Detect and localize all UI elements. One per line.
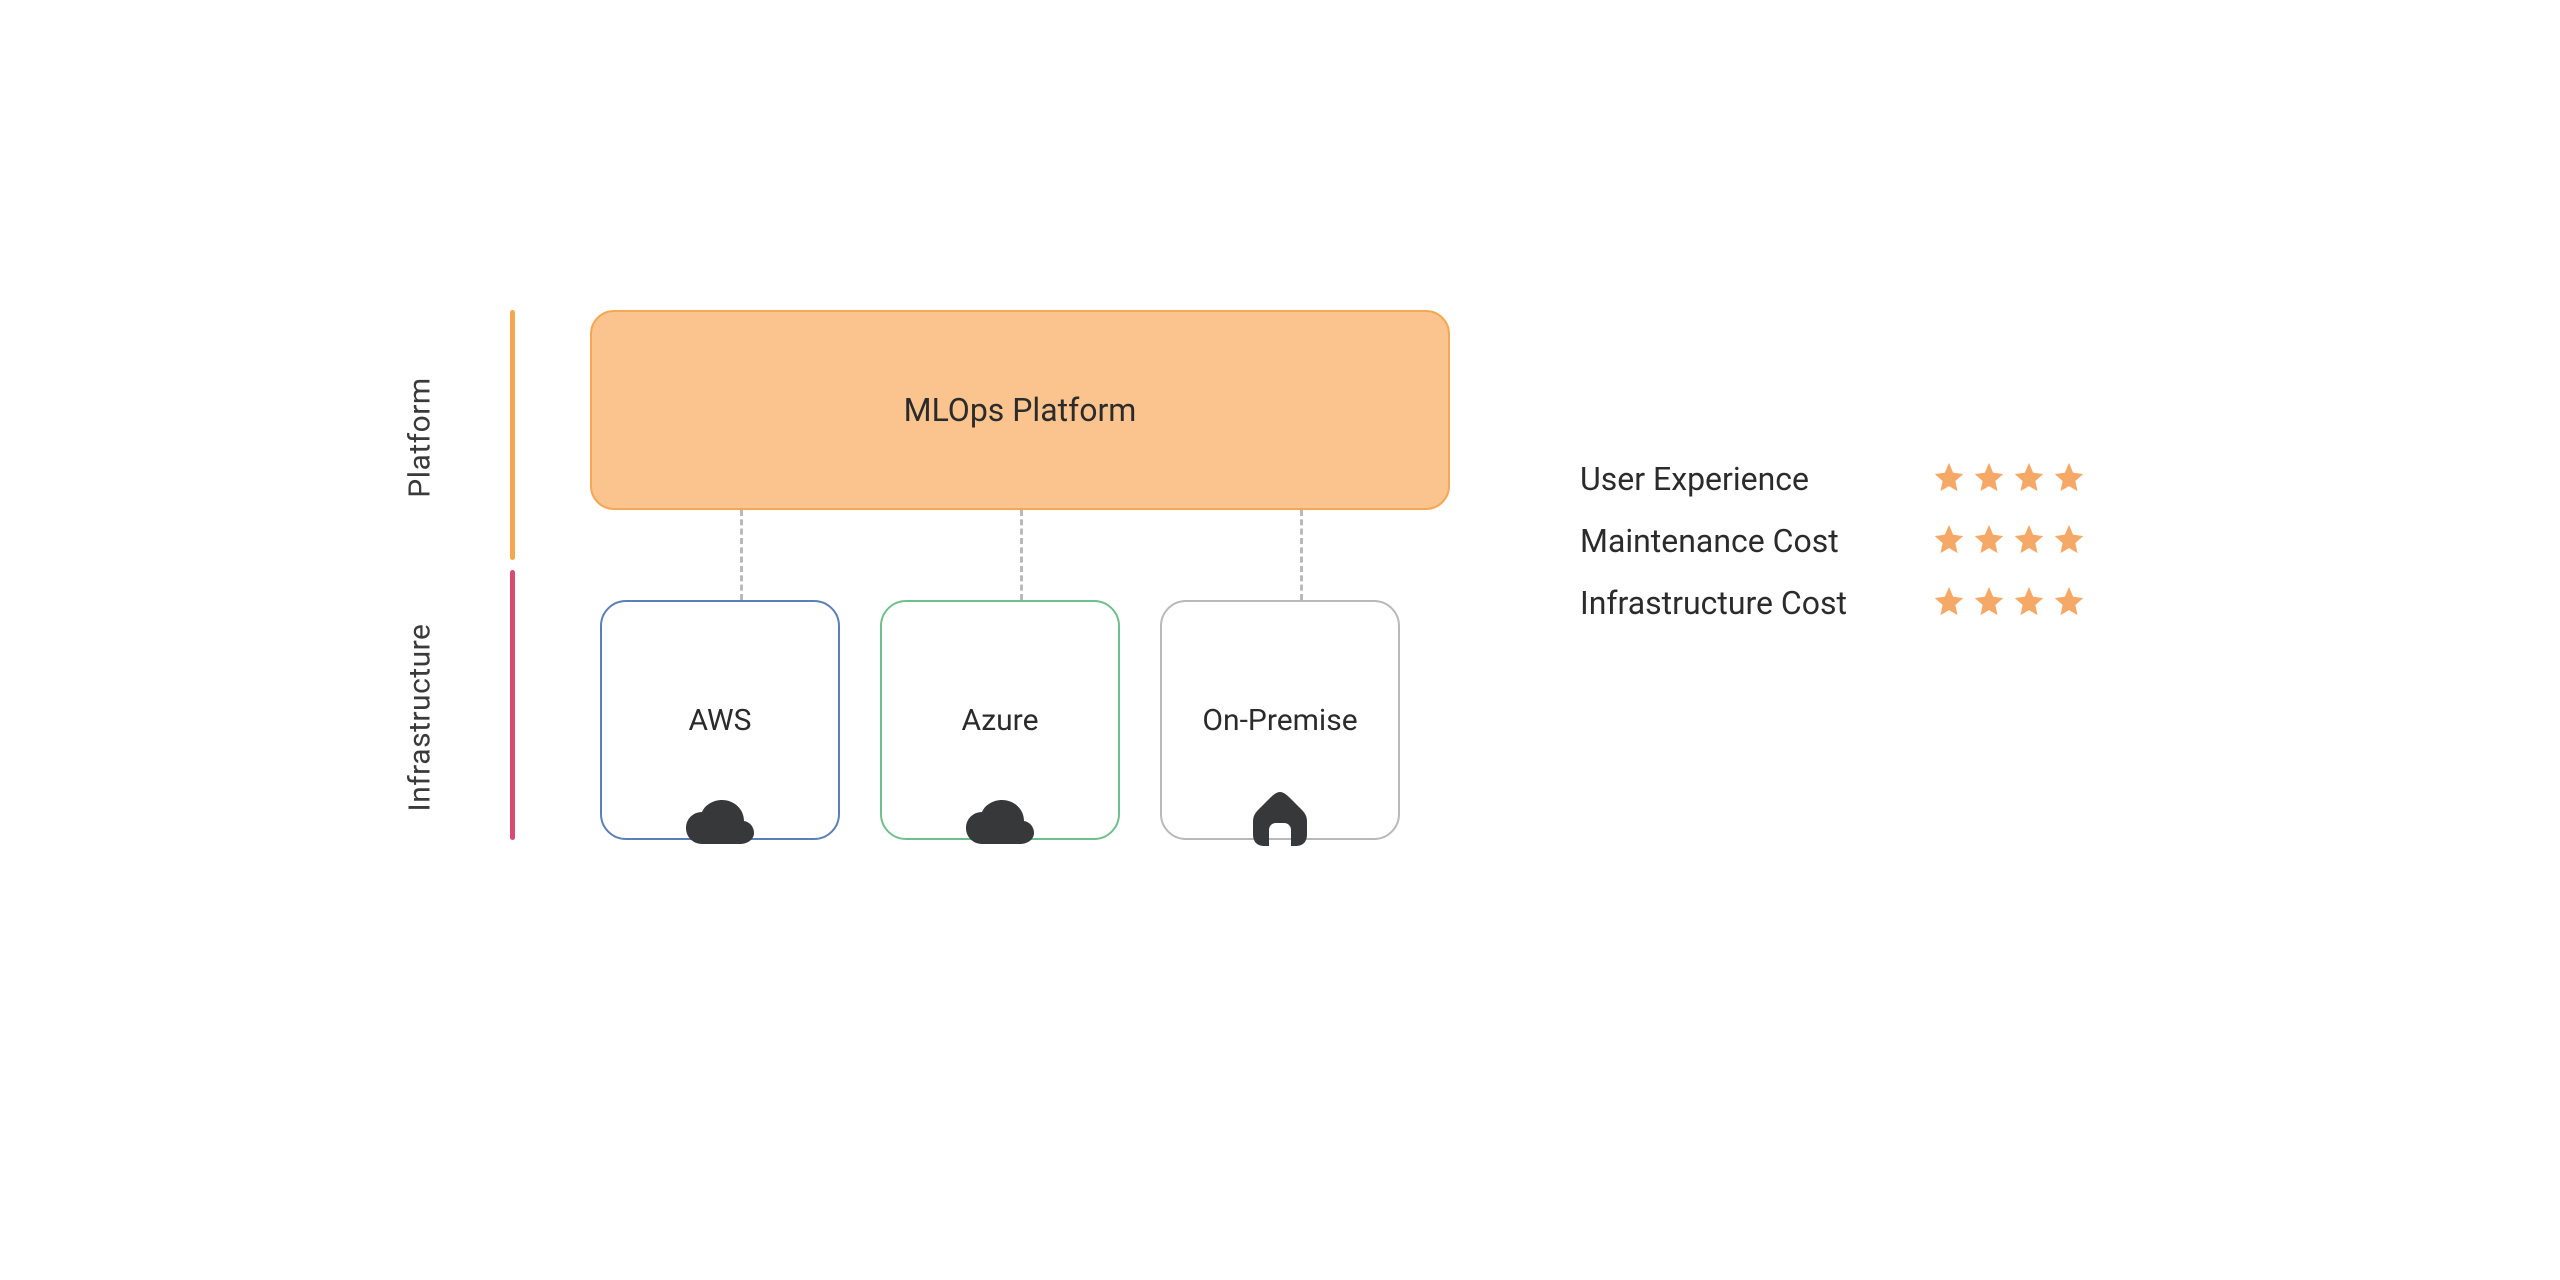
platform-box-label: MLOps Platform	[904, 391, 1137, 429]
infra-box-label: AWS	[689, 703, 752, 738]
infra-box-onpremise: On-Premise	[1160, 600, 1400, 840]
diagram-canvas: Platform Infrastructure MLOps Platform A…	[380, 310, 2180, 970]
rating-stars	[1932, 522, 2086, 560]
cloud-icon	[684, 800, 756, 856]
star-icon	[2052, 522, 2086, 560]
cloud-icon	[964, 800, 1036, 856]
rating-row-infrastructure-cost: Infrastructure Cost	[1580, 584, 2086, 622]
section-bar-platform	[510, 310, 515, 560]
rating-stars	[1932, 584, 2086, 622]
infra-box-label: Azure	[962, 703, 1039, 738]
connector-azure	[1020, 510, 1023, 600]
star-icon	[2052, 584, 2086, 622]
star-icon	[1972, 584, 2006, 622]
section-label-platform: Platform	[403, 338, 438, 538]
star-icon	[1972, 522, 2006, 560]
rating-row-user-experience: User Experience	[1580, 460, 2086, 498]
ratings-panel: User Experience Maintenance Cost Infrast…	[1580, 460, 2086, 622]
connector-aws	[740, 510, 743, 600]
infra-box-azure: Azure	[880, 600, 1120, 840]
star-icon	[2012, 522, 2046, 560]
rating-label: Maintenance Cost	[1580, 522, 1900, 560]
section-bar-infrastructure	[510, 570, 515, 840]
rating-row-maintenance-cost: Maintenance Cost	[1580, 522, 2086, 560]
infra-box-aws: AWS	[600, 600, 840, 840]
star-icon	[2052, 460, 2086, 498]
star-icon	[1932, 460, 1966, 498]
star-icon	[1932, 522, 1966, 560]
rating-stars	[1932, 460, 2086, 498]
connector-onpremise	[1300, 510, 1303, 600]
star-icon	[2012, 584, 2046, 622]
section-label-infrastructure: Infrastructure	[403, 588, 438, 848]
rating-label: User Experience	[1580, 460, 1900, 498]
star-icon	[2012, 460, 2046, 498]
home-icon	[1251, 790, 1309, 856]
infrastructure-row: AWS Azure On-Premise	[600, 600, 1400, 840]
infra-box-label: On-Premise	[1202, 703, 1357, 738]
star-icon	[1972, 460, 2006, 498]
platform-box: MLOps Platform	[590, 310, 1450, 510]
rating-label: Infrastructure Cost	[1580, 584, 1900, 622]
star-icon	[1932, 584, 1966, 622]
